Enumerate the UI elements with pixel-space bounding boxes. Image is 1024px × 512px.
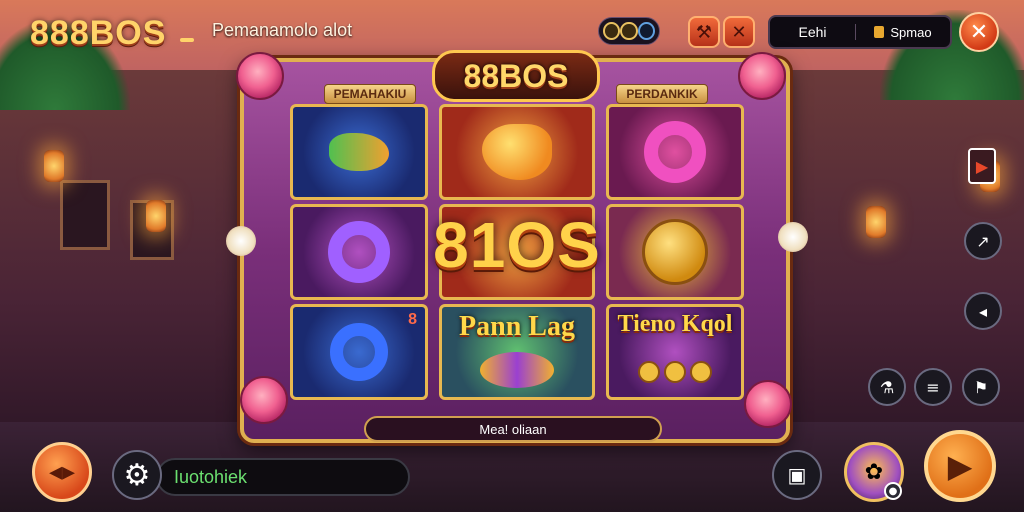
reel-caption-middle: Pann Lag (459, 311, 575, 342)
flask-icon: ⚗ (879, 377, 895, 397)
status-bar: Mea! oliaan (364, 416, 662, 442)
logo-dash (180, 38, 194, 42)
win-text: 81OS (433, 209, 601, 281)
reel-cell[interactable]: 8 (290, 304, 428, 400)
bet-button[interactable]: ⚗ (868, 368, 906, 406)
play-tab-button[interactable]: ▶ (968, 148, 996, 184)
game-title: Pemanamolo alot (212, 20, 353, 40)
balance-label: Eehi (770, 24, 856, 40)
rose-decoration-icon (236, 52, 284, 100)
tools-button[interactable]: ⚒ (688, 16, 720, 48)
candy-symbol-icon (482, 124, 552, 180)
balance-value: Spmao (890, 24, 932, 40)
game-logo: 888BOS (30, 14, 167, 52)
settings-button[interactable]: ⚙ (112, 450, 162, 500)
sound-button[interactable]: ◂ (964, 292, 1002, 330)
wrapped-candy-symbol-icon (480, 352, 554, 388)
rose-decoration-icon (738, 52, 786, 100)
wrench-icon: ↗ (976, 231, 990, 251)
cross-icon: ✕ (731, 21, 747, 43)
play-icon: ▶ (975, 156, 989, 176)
lantern-icon (44, 150, 64, 182)
bookmark-button[interactable]: ⚑ (962, 368, 1000, 406)
coin-icon (620, 22, 638, 40)
cancel-button[interactable]: ✕ (723, 16, 755, 48)
menu-icon: ≡ (926, 377, 940, 397)
arrows-button[interactable]: ◂▸ (32, 442, 92, 502)
balance-display: Eehi Spmao (768, 15, 952, 49)
close-icon: ✕ (969, 19, 989, 45)
spin-button[interactable]: ▶ (924, 430, 996, 502)
reel-cell[interactable]: Pann Lag (439, 304, 595, 400)
reel-cell[interactable] (290, 204, 428, 300)
lantern-icon (866, 206, 886, 238)
coin-icon (603, 22, 621, 40)
avatar-badge: ● (884, 482, 902, 500)
reel-caption-right: Tieno Kqol (617, 311, 733, 337)
fish-symbol-icon (329, 133, 389, 171)
hammer-icon: ⚒ (695, 21, 713, 43)
reel-label-left: PEMAHAKIU (324, 84, 416, 104)
rose-decoration-icon (240, 376, 288, 424)
left-right-arrows-icon: ◂▸ (48, 457, 76, 487)
coin-pile-symbol-icon (638, 361, 712, 383)
badge-icon: ● (888, 485, 898, 497)
close-button[interactable]: ✕ (959, 12, 999, 52)
coin-icon (874, 26, 885, 38)
power-icon (637, 22, 655, 40)
character-icon: ✿ (864, 459, 884, 485)
play-forward-icon: ▶ (947, 447, 973, 485)
reel-cell[interactable] (606, 104, 744, 200)
machine-banner: 88BOS (432, 50, 600, 102)
lily-decoration-icon (226, 226, 256, 256)
text-input[interactable]: Iuotohiek (156, 458, 410, 496)
reel-cell[interactable] (290, 104, 428, 200)
ring-symbol-icon (330, 323, 388, 381)
screen-icon: ▣ (787, 463, 807, 487)
menu-button[interactable]: ≡ (914, 368, 952, 406)
reel-label-right: PERDANKIK (616, 84, 708, 104)
ring-symbol-icon (644, 121, 706, 183)
gear-icon: ⚙ (123, 457, 151, 493)
bookmark-icon: ⚑ (973, 377, 989, 397)
tool-button[interactable]: ↗ (964, 222, 1002, 260)
rose-decoration-icon (744, 380, 792, 428)
ring-symbol-icon (328, 221, 390, 283)
gold-coin-symbol-icon (642, 219, 708, 285)
currency-toggle[interactable] (598, 17, 660, 45)
small-number: 8 (408, 311, 417, 328)
reel-cell[interactable] (606, 204, 744, 300)
lily-decoration-icon (778, 222, 808, 252)
screen-button[interactable]: ▣ (772, 450, 822, 500)
reel-cell[interactable] (439, 104, 595, 200)
window (60, 180, 110, 250)
reel-cell[interactable]: Tieno Kqol (606, 304, 744, 400)
speaker-icon: ◂ (978, 301, 988, 321)
lantern-icon (146, 200, 166, 232)
background-building-left (0, 70, 240, 450)
